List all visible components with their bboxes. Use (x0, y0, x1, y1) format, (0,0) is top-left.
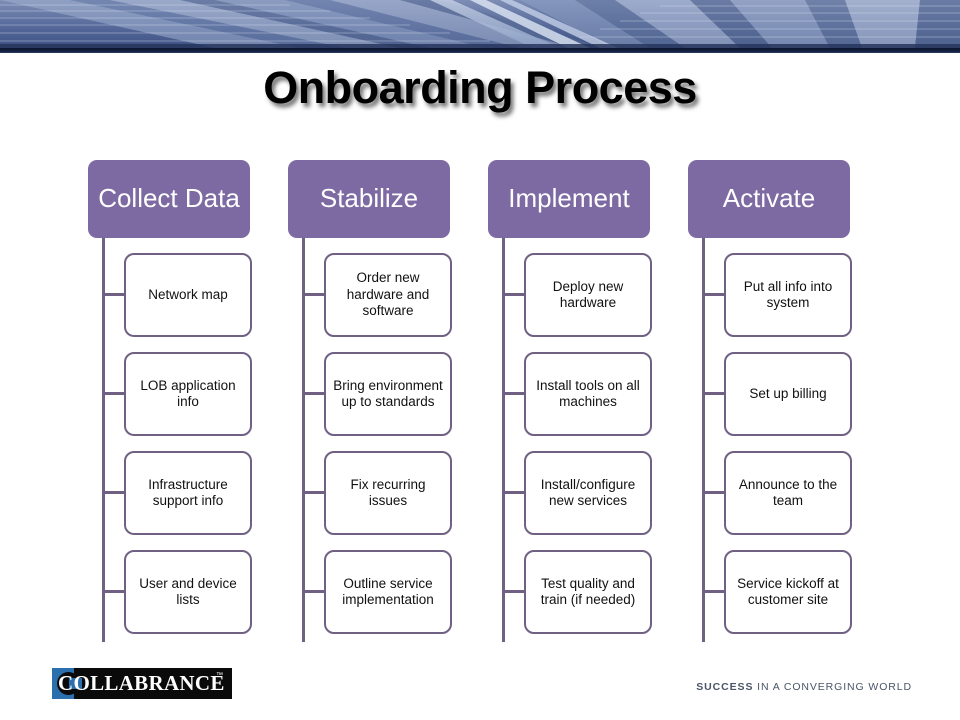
connector-stub-2-3 (302, 491, 326, 494)
process-step-box[interactable]: Install/configure new services (524, 451, 652, 535)
connector-stub-4-3 (702, 491, 726, 494)
page-title: Onboarding Process (263, 62, 697, 113)
logo-wordmark: COLLABRANCE (58, 671, 225, 695)
process-column-implement: Implement Deploy new hardware Install to… (488, 150, 688, 650)
process-step-box[interactable]: User and device lists (124, 550, 252, 634)
connector-stub-3-2 (502, 392, 526, 395)
process-step-box[interactable]: Order new hardware and software (324, 253, 452, 337)
logo-trademark-icon: ™ (216, 672, 223, 679)
process-step-box[interactable]: Install tools on all machines (524, 352, 652, 436)
connector-trunk-4 (702, 238, 705, 642)
tagline-bold-word: SUCCESS (696, 681, 754, 693)
process-column-collect-data: Collect Data Network map LOB application… (88, 150, 288, 650)
connector-stub-1-1 (102, 293, 126, 296)
connector-stub-1-3 (102, 491, 126, 494)
onboarding-process-diagram: Collect Data Network map LOB application… (0, 150, 960, 650)
process-step-box[interactable]: Put all info into system (724, 253, 852, 337)
process-step-box[interactable]: Test quality and train (if needed) (524, 550, 652, 634)
connector-trunk-3 (502, 238, 505, 642)
process-step-box[interactable]: Bring environment up to standards (324, 352, 452, 436)
process-step-box[interactable]: Announce to the team (724, 451, 852, 535)
process-step-box[interactable]: Outline service implementation (324, 550, 452, 634)
process-step-box[interactable]: LOB application info (124, 352, 252, 436)
connector-trunk-2 (302, 238, 305, 642)
process-step-box[interactable]: Network map (124, 253, 252, 337)
connector-stub-2-1 (302, 293, 326, 296)
tagline-rest: IN A CONVERGING WORLD (753, 681, 912, 693)
header-banner-image (0, 0, 960, 48)
column-header-1[interactable]: Collect Data (88, 160, 250, 238)
process-step-box[interactable]: Infrastructure support info (124, 451, 252, 535)
connector-stub-3-4 (502, 590, 526, 593)
connector-stub-2-2 (302, 392, 326, 395)
connector-stub-4-1 (702, 293, 726, 296)
column-header-2[interactable]: Stabilize (288, 160, 450, 238)
process-step-box[interactable]: Service kickoff at customer site (724, 550, 852, 634)
connector-stub-1-4 (102, 590, 126, 593)
process-column-stabilize: Stabilize Order new hardware and softwar… (288, 150, 488, 650)
process-step-box[interactable]: Set up billing (724, 352, 852, 436)
process-step-box[interactable]: Fix recurring issues (324, 451, 452, 535)
banner-architecture-art (0, 0, 960, 48)
connector-stub-2-4 (302, 590, 326, 593)
banner-bottom-rule (0, 48, 960, 53)
process-step-box[interactable]: Deploy new hardware (524, 253, 652, 337)
connector-stub-3-1 (502, 293, 526, 296)
process-column-activate: Activate Put all info into system Set up… (688, 150, 888, 650)
connector-stub-1-2 (102, 392, 126, 395)
connector-stub-4-2 (702, 392, 726, 395)
connector-stub-4-4 (702, 590, 726, 593)
column-header-4[interactable]: Activate (688, 160, 850, 238)
connector-stub-3-3 (502, 491, 526, 494)
collabrance-logo: COLLABRANCE ™ (52, 668, 232, 699)
footer-tagline: SUCCESS IN A CONVERGING WORLD (696, 681, 912, 693)
connector-trunk-1 (102, 238, 105, 642)
column-header-3[interactable]: Implement (488, 160, 650, 238)
